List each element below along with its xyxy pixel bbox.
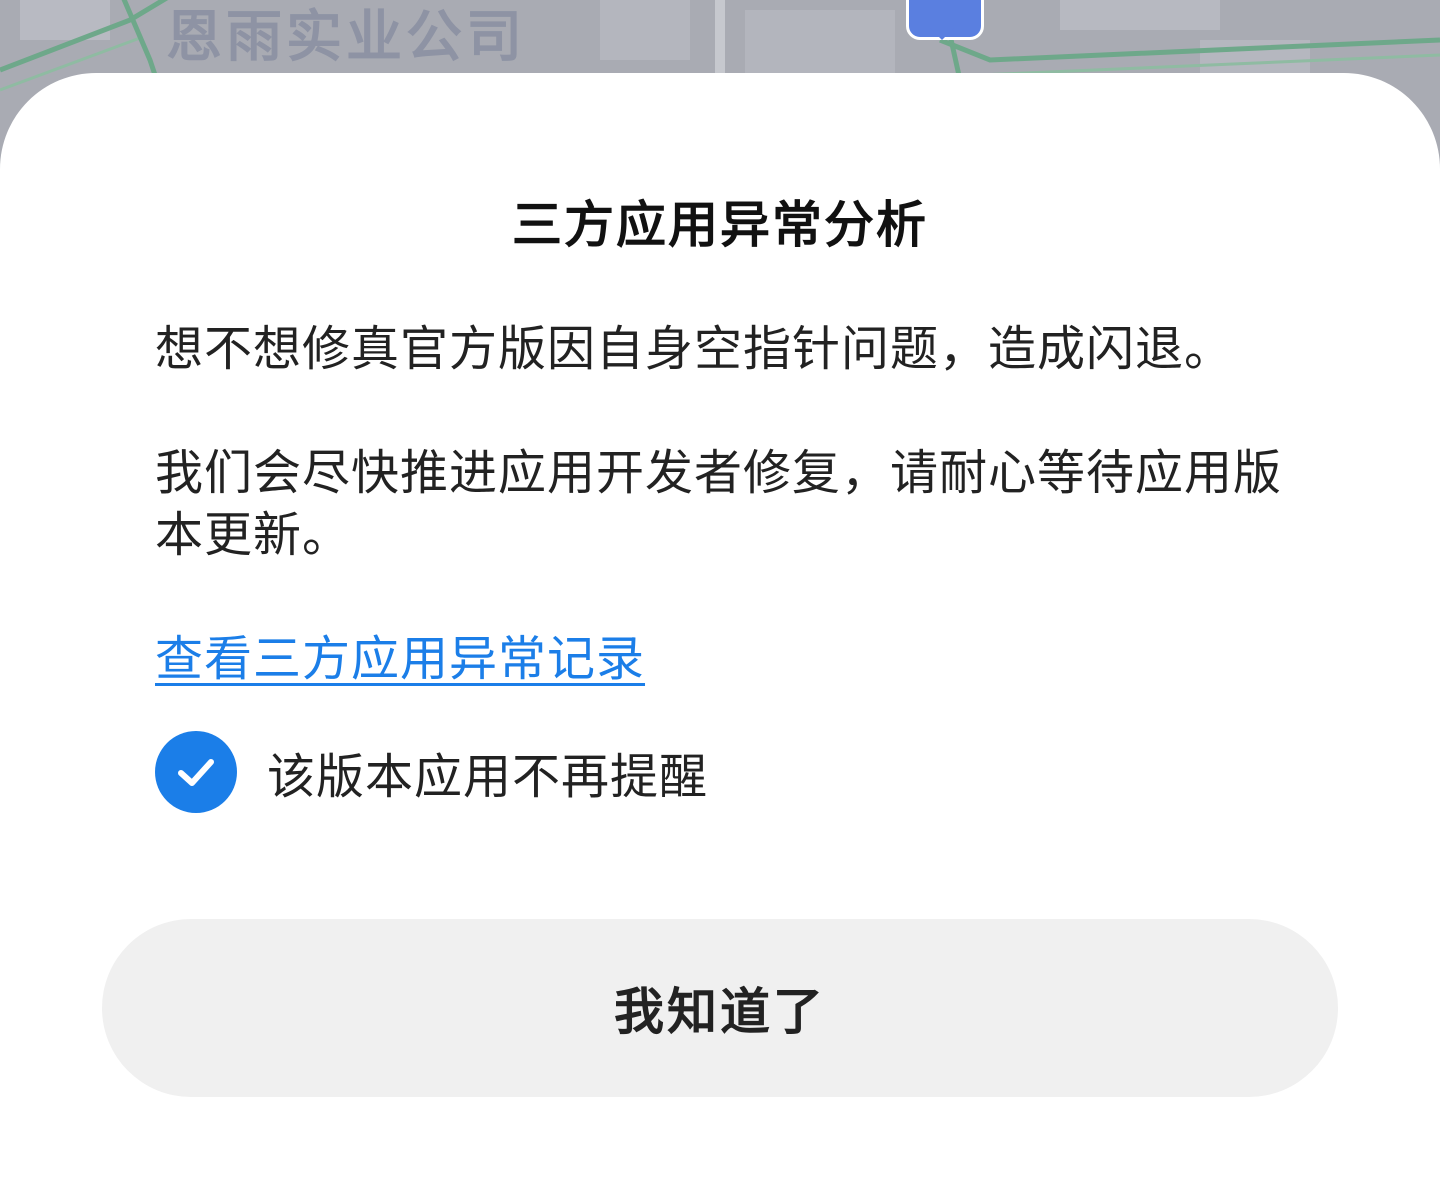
map-building (1060, 0, 1220, 30)
dialog-message-crash: 想不想修真官方版因自身空指针问题，造成闪退。 (155, 321, 1234, 377)
checkmark-icon (178, 759, 214, 786)
car-marker-pointer (930, 28, 954, 40)
confirm-button[interactable]: 我知道了 (102, 919, 1338, 1097)
dialog-title: 三方应用异常分析 (512, 196, 928, 254)
map-building (600, 0, 690, 60)
checkbox-checked[interactable] (155, 731, 237, 813)
screen: 恩雨实业公司 三方应用异常分析 想不想修真官方版因自身空指针问题，造成闪退。 我… (0, 0, 1440, 1199)
checkbox-label: 该版本应用不再提醒 (267, 749, 709, 805)
dialog-message-advice: 我们会尽快推进应用开发者修复，请耐心等待应用版本更新。 (155, 445, 1283, 563)
exception-dialog: 三方应用异常分析 想不想修真官方版因自身空指针问题，造成闪退。 我们会尽快推进应… (0, 73, 1440, 1199)
do-not-remind-option[interactable]: 该版本应用不再提醒 (155, 730, 708, 814)
view-exception-records-link[interactable]: 查看三方应用异常记录 (155, 628, 645, 690)
map-place-label: 恩雨实业公司 (166, 5, 526, 70)
